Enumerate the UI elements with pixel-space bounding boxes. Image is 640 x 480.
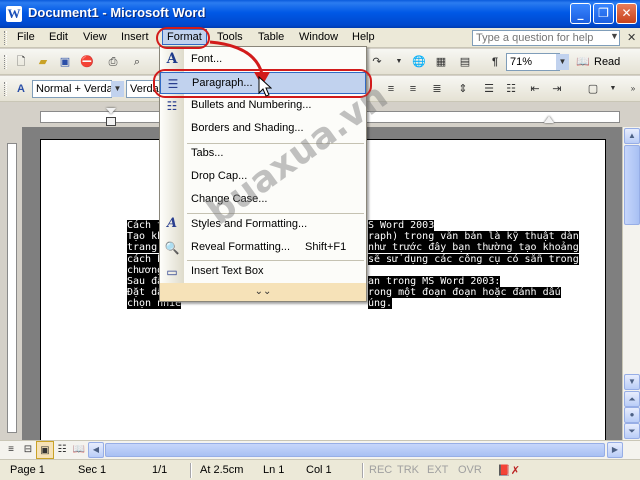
menu-insert[interactable]: Insert (121, 31, 149, 43)
horizontal-scrollbar[interactable]: ≡ ⊟ ▣ ☷ 📖 ◀ ▶ (0, 440, 640, 459)
numbering-icon[interactable]: ☰ (480, 80, 498, 98)
font-icon: A (166, 51, 178, 67)
ask-question-input[interactable] (472, 30, 620, 46)
scroll-thumb[interactable] (624, 145, 640, 225)
menu-item-reveal-formatting[interactable]: 🔍 Reveal Formatting... Shift+F1 (160, 237, 366, 259)
status-ovr[interactable]: OVR (458, 464, 482, 476)
menu-help[interactable]: Help (352, 31, 375, 43)
print-layout-icon[interactable]: ▣ (36, 441, 54, 459)
permission-icon[interactable]: ⛔ (78, 53, 96, 71)
bullets-icon[interactable]: ☷ (502, 80, 520, 98)
next-page-icon[interactable]: ⏷ (624, 423, 640, 439)
chevron-down-icon[interactable]: ▼ (390, 53, 408, 71)
chevron-down-icon[interactable]: ▼ (610, 31, 619, 41)
status-line: Ln 1 (263, 464, 285, 476)
open-folder-icon[interactable]: ▰ (34, 53, 52, 71)
decrease-indent-icon[interactable]: ⇤ (526, 80, 544, 98)
vertical-scrollbar[interactable]: ▲ ▼ ⏶ ● ⏷ (622, 127, 640, 440)
chevron-down-icon[interactable]: ▼ (604, 80, 622, 98)
menubar-grip[interactable] (4, 31, 7, 45)
insert-table-icon[interactable]: ▤ (456, 53, 474, 71)
status-divider (362, 463, 364, 478)
line-spacing-icon[interactable]: ⇕ (454, 80, 472, 98)
borders-icon[interactable]: ▢ (584, 80, 602, 98)
previous-page-icon[interactable]: ⏶ (624, 391, 640, 407)
web-layout-icon[interactable]: ⊟ (19, 441, 37, 459)
style-select[interactable]: Normal + Verda (32, 80, 112, 98)
styles-icon: A (166, 216, 178, 231)
hyperlink-icon[interactable]: 🌐 (410, 53, 428, 71)
outline-view-icon[interactable]: ☷ (53, 441, 71, 459)
document-close-icon[interactable]: ✕ (627, 31, 636, 44)
spelling-grammar-icon[interactable]: 📕✗ (497, 464, 520, 477)
print-preview-icon[interactable]: ⌕ (128, 53, 146, 71)
show-hide-pilcrow-icon[interactable]: ¶ (486, 53, 504, 71)
menu-view[interactable]: View (83, 31, 107, 43)
close-icon[interactable]: ✕ (616, 3, 637, 24)
toolbar-grip[interactable] (4, 82, 7, 96)
justify-icon[interactable]: ≣ (428, 80, 446, 98)
scroll-up-icon[interactable]: ▲ (624, 128, 640, 144)
read-button[interactable]: Read (594, 56, 620, 68)
status-divider (190, 463, 192, 478)
chevron-double-down-icon[interactable]: ⌄⌄ (160, 283, 366, 301)
normal-view-icon[interactable]: ≡ (2, 441, 20, 459)
chevron-down-icon[interactable]: ▼ (556, 54, 569, 70)
scroll-right-icon[interactable]: ▶ (607, 442, 623, 458)
menu-window[interactable]: Window (299, 31, 338, 43)
reveal-icon: 🔍 (164, 241, 180, 255)
status-page-count: 1/1 (152, 464, 168, 476)
status-section: Sec 1 (78, 464, 107, 476)
status-bar: Page 1 Sec 1 1/1 At 2.5cm Ln 1 Col 1 REC… (0, 459, 640, 480)
selected-text-right[interactable]: S Word 2003 raph) trong văn bản là kỹ th… (368, 220, 608, 310)
save-icon[interactable]: ▣ (56, 53, 74, 71)
toolbar-grip[interactable] (4, 55, 7, 69)
vertical-ruler[interactable] (0, 127, 22, 440)
read-icon[interactable]: 📖 (574, 53, 592, 71)
menu-file[interactable]: File (17, 31, 35, 43)
first-line-indent-marker[interactable] (106, 108, 116, 114)
maximize-icon[interactable]: ❐ (593, 3, 614, 24)
horizontal-scroll-thumb[interactable] (105, 443, 605, 457)
bullets-icon: ☷ (166, 99, 178, 113)
vertical-ruler-strip (7, 143, 17, 433)
new-document-icon[interactable]: 🗋 (12, 53, 30, 71)
left-indent-marker[interactable] (106, 117, 116, 126)
status-position: At 2.5cm (200, 464, 244, 476)
status-trk[interactable]: TRK (397, 464, 419, 476)
styles-pane-icon[interactable]: A (12, 80, 30, 98)
minimize-icon[interactable]: _ (570, 3, 591, 24)
status-column: Col 1 (306, 464, 332, 476)
word-app-icon[interactable]: W (6, 6, 22, 22)
window-title: Document1 - Microsoft Word (28, 5, 206, 20)
scroll-left-icon[interactable]: ◀ (88, 442, 104, 458)
title-bar: W Document1 - Microsoft Word _ ❐ ✕ (0, 0, 640, 28)
redo-icon[interactable]: ↷ (368, 53, 386, 71)
increase-indent-icon[interactable]: ⇥ (548, 80, 566, 98)
chevron-down-icon[interactable]: ▼ (111, 81, 124, 97)
menu-edit[interactable]: Edit (49, 31, 68, 43)
align-right-icon[interactable]: ≡ (404, 80, 422, 98)
menu-item-styles-formatting[interactable]: A Styles and Formatting... (160, 214, 366, 236)
status-ext[interactable]: EXT (427, 464, 448, 476)
print-icon[interactable]: ⎙ (104, 53, 122, 71)
scroll-down-icon[interactable]: ▼ (624, 374, 640, 390)
select-browse-object-icon[interactable]: ● (624, 407, 640, 423)
status-page: Page 1 (10, 464, 45, 476)
mouse-pointer-icon (258, 76, 272, 97)
tables-borders-icon[interactable]: ▦ (432, 53, 450, 71)
textbox-icon: ▭ (166, 265, 178, 279)
toolbar-options-icon[interactable]: » (624, 80, 640, 98)
reading-layout-icon[interactable]: 📖 (70, 441, 88, 459)
reveal-shortcut: Shift+F1 (305, 241, 347, 253)
zoom-select[interactable]: 71% (506, 53, 560, 71)
menu-item-insert-text-box[interactable]: ▭ Insert Text Box (160, 261, 366, 283)
status-rec[interactable]: REC (369, 464, 392, 476)
right-indent-marker[interactable] (544, 116, 554, 123)
